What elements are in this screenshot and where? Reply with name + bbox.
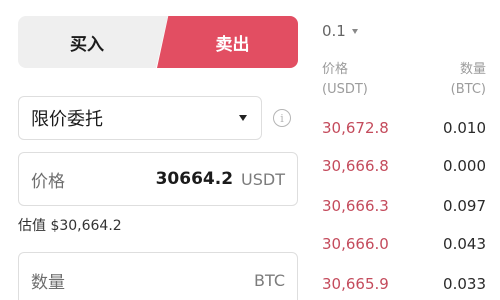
- ask-row[interactable]: 30,666.3 0.097: [322, 197, 488, 217]
- ask-quantity: 0.000: [443, 157, 486, 175]
- ask-row[interactable]: 30,665.9 0.033: [322, 275, 488, 295]
- quantity-column-header: 数量 (BTC): [451, 60, 486, 100]
- ask-quantity: 0.097: [443, 197, 486, 215]
- ask-price: 30,666.8: [322, 157, 389, 175]
- price-value[interactable]: 30664.2: [156, 169, 233, 189]
- ask-row[interactable]: 30,666.0 0.043: [322, 235, 488, 255]
- price-input[interactable]: 价格 30664.2 USDT: [18, 152, 298, 206]
- caret-down-icon: [351, 28, 358, 34]
- price-header-label: 价格: [322, 62, 349, 77]
- quantity-placeholder: 数量: [31, 272, 65, 293]
- ask-row[interactable]: 30,672.8 0.010: [322, 119, 488, 139]
- price-unit: USDT: [241, 169, 285, 189]
- ask-quantity: 0.010: [443, 119, 486, 137]
- quantity-header-unit: (BTC): [450, 82, 486, 97]
- buy-tab[interactable]: 买入: [18, 16, 168, 68]
- ask-row[interactable]: 30,666.8 0.000: [322, 157, 488, 177]
- quantity-header-label: 数量: [459, 62, 486, 77]
- ask-price: 30,666.3: [322, 197, 389, 215]
- order-type-label: 限价委托: [31, 109, 103, 130]
- depth-select[interactable]: 0.1: [322, 22, 358, 40]
- trade-panel: 买入 卖出 限价委托 i 价格 30664.2 USDT 估值 $30,664.…: [18, 16, 298, 300]
- price-header-unit: (USDT): [322, 82, 368, 97]
- ask-price: 30,672.8: [322, 119, 389, 137]
- side-tabs: 买入 卖出: [18, 16, 298, 68]
- estimated-value: 估值 $30,664.2: [18, 218, 122, 234]
- chevron-down-icon: [239, 115, 247, 121]
- info-icon[interactable]: i: [273, 109, 291, 127]
- quantity-input[interactable]: 数量 BTC: [18, 252, 298, 300]
- depth-value: 0.1: [322, 22, 346, 40]
- ask-quantity: 0.033: [443, 275, 486, 293]
- order-book: 0.1 价格 (USDT) 数量 (BTC) 30,672.8 0.010 30…: [322, 0, 488, 300]
- ask-quantity: 0.043: [443, 235, 486, 253]
- sell-tab[interactable]: 卖出: [157, 16, 298, 68]
- ask-price: 30,666.0: [322, 235, 389, 253]
- price-column-header: 价格 (USDT): [322, 60, 368, 100]
- order-type-select[interactable]: 限价委托: [18, 96, 262, 140]
- quantity-unit: BTC: [254, 270, 285, 290]
- price-label: 价格: [31, 171, 65, 192]
- ask-price: 30,665.9: [322, 275, 389, 293]
